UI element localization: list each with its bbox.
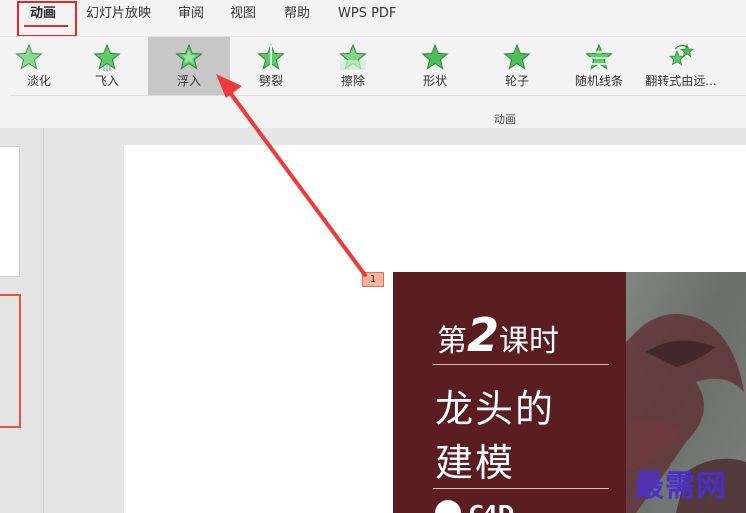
star-wheel-icon — [503, 43, 531, 70]
star-float-in-icon — [175, 43, 203, 70]
animation-label: 飞入 — [94, 74, 119, 88]
animation-fly-in-button[interactable]: 飞入 — [66, 37, 148, 95]
animation-split-button[interactable]: 劈裂 — [230, 37, 312, 95]
animation-label: 翻转式由远... — [645, 74, 717, 88]
c4d-logo-icon — [435, 500, 461, 513]
animation-label: 浮入 — [176, 74, 201, 88]
ribbon-divider — [10, 95, 746, 96]
star-fly-in-icon — [93, 43, 121, 71]
tab-wps-pdf[interactable]: WPS PDF — [338, 0, 396, 32]
animation-shape-button[interactable]: 形状 — [394, 37, 476, 95]
animation-wipe-button[interactable]: 擦除 — [312, 37, 394, 95]
animation-ribbon: 淡化 飞入 浮入 劈裂 擦除 形状 轮子 随机线条 翻转式由远... 动画 — [0, 36, 746, 128]
star-random-bars-icon — [585, 43, 613, 70]
tab-review[interactable]: 审阅 — [178, 0, 204, 32]
title-divider-bottom — [433, 488, 609, 489]
animation-label: 轮子 — [504, 74, 529, 88]
picture-title-line1: 龙头的 — [435, 387, 556, 431]
ribbon-group-label: 动画 — [494, 113, 516, 126]
slide-thumbnail[interactable] — [0, 146, 20, 277]
animation-fade-button[interactable]: 淡化 — [0, 37, 70, 95]
animation-float-in-button[interactable]: 浮入 — [148, 37, 230, 95]
tab-help[interactable]: 帮助 — [284, 0, 310, 32]
title-panel: 第2课时 龙头的 建模 C4D — [393, 272, 626, 513]
animation-order-badge[interactable]: 1 — [362, 272, 384, 287]
tab-slideshow[interactable]: 幻灯片放映 — [86, 0, 151, 32]
animation-label: 淡化 — [26, 74, 51, 88]
slide-thumbnail-selected[interactable] — [0, 294, 21, 428]
animation-grow-turn-button[interactable]: 翻转式由远... — [640, 37, 722, 95]
star-grow-turn-icon — [668, 43, 695, 66]
star-shape-icon — [421, 43, 449, 70]
tab-view[interactable]: 视图 — [230, 0, 256, 32]
lesson-number: 2 — [467, 308, 500, 362]
watermark-text: 最需网 — [634, 469, 727, 504]
animation-label: 劈裂 — [258, 74, 283, 88]
title-divider-top — [433, 364, 609, 365]
animation-label: 随机线条 — [574, 74, 623, 88]
slide-thumbnail-panel — [0, 128, 44, 513]
ribbon-tab-bar: 动画 幻灯片放映 审阅 视图 帮助 WPS PDF — [0, 0, 746, 37]
lesson-prefix: 第 — [437, 324, 467, 359]
animation-wheel-button[interactable]: 轮子 — [476, 37, 558, 95]
animation-label: 擦除 — [340, 74, 365, 88]
star-fade-icon — [15, 43, 43, 70]
star-split-icon — [257, 43, 285, 70]
lesson-heading: 第2课时 — [437, 308, 559, 362]
animation-label: 形状 — [422, 74, 447, 88]
highlight-box — [17, 1, 77, 37]
lesson-suffix: 课时 — [499, 324, 560, 359]
animation-gallery: 淡化 飞入 浮入 劈裂 擦除 形状 轮子 随机线条 翻转式由远... — [0, 37, 746, 95]
logo-text: C4D — [469, 501, 515, 513]
picture-title-line2: 建模 — [435, 441, 516, 485]
animation-random-bars-button[interactable]: 随机线条 — [558, 37, 640, 95]
powerpoint-window: 动画 幻灯片放映 审阅 视图 帮助 WPS PDF 淡化 飞入 浮入 劈裂 擦除… — [0, 0, 746, 513]
star-wipe-icon — [339, 43, 367, 70]
